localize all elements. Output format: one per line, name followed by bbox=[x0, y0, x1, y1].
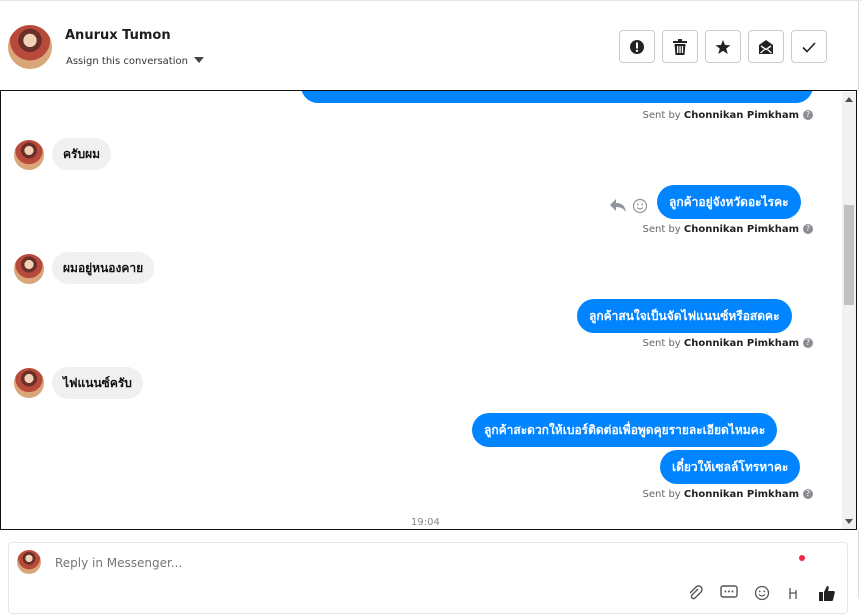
message-bubble-outgoing[interactable]: เดี๋ยวให้เซลล์โทรหาคะ bbox=[660, 450, 801, 484]
contact-avatar-small[interactable] bbox=[14, 368, 44, 398]
sent-by-prefix: Sent by bbox=[642, 489, 681, 500]
mark-done-button[interactable] bbox=[791, 30, 827, 63]
react-emoji-icon[interactable] bbox=[632, 198, 648, 214]
conversation-header: Anurux Tumon Assign this conversation bbox=[0, 0, 862, 91]
notification-dot bbox=[799, 555, 805, 561]
paperclip-icon[interactable] bbox=[685, 583, 705, 603]
reply-input[interactable] bbox=[53, 555, 657, 571]
help-icon[interactable]: ? bbox=[803, 338, 813, 348]
message-bubble-outgoing[interactable]: ลูกค้าสนใจเป็นจัดไฟแนนซ์หรือสดคะ bbox=[577, 299, 792, 333]
sender-name: Chonnikan Pimkham bbox=[683, 489, 799, 500]
message-bubble-incoming[interactable]: ไฟแนนซ์ครับ bbox=[52, 367, 143, 399]
mark-spam-button[interactable] bbox=[619, 30, 655, 63]
help-icon[interactable]: ? bbox=[803, 110, 813, 120]
message-bubble-incoming[interactable]: ผมอยู่หนองคาย bbox=[52, 252, 155, 284]
trash-icon bbox=[673, 38, 687, 55]
delete-button[interactable] bbox=[662, 30, 698, 63]
scrollbar-thumb[interactable] bbox=[844, 205, 854, 305]
sent-by-prefix: Sent by bbox=[642, 338, 681, 349]
assign-label: Assign this conversation bbox=[66, 56, 188, 67]
star-button[interactable] bbox=[705, 30, 741, 63]
sent-by-label: Sent by Chonnikan Pimkham? bbox=[642, 338, 813, 349]
message-timestamp: 19:04 bbox=[411, 517, 440, 528]
sender-name: Chonnikan Pimkham bbox=[683, 338, 799, 349]
saved-reply-icon[interactable] bbox=[719, 583, 739, 603]
sent-by-label: Sent by Chonnikan Pimkham? bbox=[642, 110, 813, 121]
reply-arrow-icon[interactable] bbox=[609, 197, 627, 213]
sender-name: Chonnikan Pimkham bbox=[683, 110, 799, 121]
help-icon[interactable]: ? bbox=[803, 224, 813, 234]
mark-unread-button[interactable] bbox=[748, 30, 784, 63]
contact-name[interactable]: Anurux Tumon bbox=[65, 28, 171, 43]
message-bubble-outgoing[interactable]: ลูกค้าสะดวกให้เบอร์ติดต่อเพื่อพูดคุยรายล… bbox=[472, 413, 778, 447]
star-icon bbox=[715, 39, 731, 54]
exclamation-circle-icon bbox=[630, 39, 644, 54]
contact-avatar-small[interactable] bbox=[14, 254, 44, 284]
message-thread[interactable]: Sent by Chonnikan Pimkham? ครับผม ลูกค้า… bbox=[0, 90, 857, 530]
scroll-up-arrow-icon[interactable] bbox=[845, 97, 853, 102]
sent-by-label: Sent by Chonnikan Pimkham? bbox=[642, 489, 813, 500]
message-bubble-incoming[interactable]: ครับผม bbox=[52, 138, 112, 170]
sender-name: Chonnikan Pimkham bbox=[683, 224, 799, 235]
scroll-down-arrow-icon[interactable] bbox=[845, 519, 853, 524]
emoji-icon[interactable] bbox=[752, 583, 772, 603]
thumbs-up-icon[interactable] bbox=[817, 583, 837, 603]
translate-icon[interactable] bbox=[784, 583, 804, 603]
divider bbox=[858, 530, 859, 598]
divider bbox=[858, 1, 859, 91]
check-icon bbox=[802, 41, 816, 53]
reply-composer bbox=[8, 542, 848, 614]
contact-avatar[interactable] bbox=[8, 25, 52, 69]
sent-by-prefix: Sent by bbox=[642, 224, 681, 235]
sent-by-label: Sent by Chonnikan Pimkham? bbox=[642, 224, 813, 235]
contact-avatar-small[interactable] bbox=[14, 140, 44, 170]
caret-down-icon bbox=[193, 57, 204, 63]
assign-conversation-dropdown[interactable]: Assign this conversation bbox=[66, 56, 204, 67]
page-avatar bbox=[17, 550, 41, 574]
message-bubble-outgoing[interactable]: ลูกค้าอยู่จังหวัดอะไรคะ bbox=[657, 185, 801, 219]
help-icon[interactable]: ? bbox=[803, 489, 813, 499]
envelope-icon bbox=[759, 39, 773, 54]
message-bubble-outgoing-clipped[interactable] bbox=[301, 91, 813, 103]
scrollbar[interactable] bbox=[842, 92, 856, 529]
sent-by-prefix: Sent by bbox=[642, 110, 681, 121]
